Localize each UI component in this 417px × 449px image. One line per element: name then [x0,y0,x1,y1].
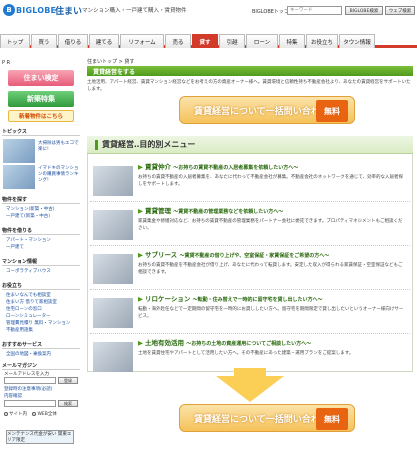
site-header: B BIGLOBE 住まい マンション購入・一戸建て購入・賃貸物件 BIGLOB… [0,0,417,24]
biglobe-search-button[interactable]: BIGLOBE検索 [345,6,383,15]
tab-move[interactable]: 引越 [219,34,245,48]
down-arrow-icon [216,376,284,402]
useful-link-2[interactable]: 住まい方 借りて家相談室 [6,299,57,305]
new-listings-banner[interactable]: 新着物件はこちら [8,110,74,122]
mail-confirm-link[interactable]: 内容確認 [4,393,22,399]
tab-rent[interactable]: 借りる [58,34,88,48]
radio-web[interactable] [32,411,37,416]
tab-build[interactable]: 建てる [89,34,119,48]
search-scope: サイト内 WEB全体 [4,411,57,417]
web-search-button[interactable]: ウェブ検索 [385,6,415,15]
topic-thumbnail[interactable] [3,165,35,189]
site-search-input[interactable] [4,400,56,407]
free-badge: 無料 [316,408,348,430]
divider [2,348,80,349]
item-title[interactable]: ▶ 土地有効活用 ～お持ちの土地の資産運用についてご相談したい方へ～ [138,337,311,347]
intro-text: 土地活用、アパート経営、賃貸マンション経営などをお考えの方の資産オーナー様へ。賃… [87,80,411,92]
menu-item-relocation[interactable]: ▶ リロケーション ～転勤・住み替えで一時的に留守宅を貸し出したい方へ～ 転勤・海… [90,290,410,334]
item-desc: お持ちの賃貸不動産を不動産会社が借り上げ、あなたに代わって転貸します。安定した収… [138,263,403,275]
shinchiku-banner[interactable]: 新築特集 [8,91,74,107]
menu-heading: 賃貸経営‥目的別メニュー [87,136,413,154]
item-desc: 転勤・海外赴任などで一定期間の留守宅を一時的にお貸ししたい方へ。留守宅を期間限定… [138,307,404,319]
item-title[interactable]: ▶ リロケーション ～転勤・住み替えで一時的に留守宅を貸し出したい方へ～ [138,293,323,303]
divider [2,203,80,204]
item-desc: 土地を賃貸住宅やアパートとして活用したい方へ。その不動産にあった建築・運用プラン… [138,351,354,356]
menu-item-brokerage[interactable]: ▶ 賃貸仲介 ～お持ちの賃貸不動産の入居者募集を依頼したい方へ～ お持ちの賃貸不動… [90,158,410,202]
search-input[interactable] [287,6,342,15]
item-desc: 家賃集金や修繕対応など、お持ちの賃貸不動産の管理業務をパートナー会社に委託できま… [138,219,403,231]
divider [2,369,80,370]
topic-link-1[interactable]: 大掃除は男もエコで楽に! [38,141,82,153]
site-search-button[interactable]: 検索 [58,400,78,407]
divider [2,234,80,235]
tab-reform[interactable]: リフォーム [120,34,164,48]
radio-web-label: WEB全体 [37,412,57,417]
topic-thumbnail[interactable] [3,139,35,163]
apartment-photo [93,254,133,284]
topics-heading: トピックス [2,129,27,135]
tab-useful[interactable]: お役立ち [306,34,338,48]
menu-item-management[interactable]: ▶ 賃貸管理 ～賃貸不動産の管理業務などを依頼したい方へ～ 家賃集金や修繕対応など… [90,202,410,246]
rent-heading: 物件を借りる [2,228,33,234]
tower-photo [93,298,133,328]
maintenance-ad-banner[interactable]: メンテナンス代金が安い 関東エリア限定 [6,430,74,444]
mail-heading: メールマガジン [2,363,38,369]
inquiry-cta-button[interactable]: 賃貸経営について一括問い合わせする 無料 [179,96,355,124]
item-title[interactable]: ▶ サブリース ～賃貸不動産の借り上げや、空室保証・家賃保証をご希望の方へ～ [138,249,329,259]
item-title[interactable]: ▶ 賃貸仲介 ～お持ちの賃貸不動産の入居者募集を依頼したい方へ～ [138,161,298,171]
service-link-map[interactable]: 全国の地図・乗換案内 [6,351,51,357]
tab-lend[interactable]: 貸す [192,34,218,48]
divider [2,135,80,136]
site-subtitle: マンション購入・一戸建て購入・賃貸物件 [82,8,187,14]
mail-input[interactable] [4,377,56,384]
handshake-photo [93,166,133,196]
mail-register-button[interactable]: 登録 [58,377,78,384]
main-nav: トップ 買う 借りる 建てる リフォーム 売る 貸す 引越 ローン 特集 お役立… [0,34,417,48]
site-name[interactable]: 住まい [55,4,82,17]
heading-bar [95,139,98,150]
biglobe-logo[interactable]: B BIGLOBE [3,3,56,17]
logo-text: BIGLOBE [16,5,57,15]
tab-loan[interactable]: ローン [246,34,278,48]
service-heading: おすすめサービス [2,342,43,348]
divider [2,289,80,290]
sumai-kentei-banner[interactable]: 住まい検定 [8,70,74,86]
pr-label: P R [2,60,11,66]
building-photo [93,210,133,240]
menu-title: 賃貸経営‥目的別メニュー [102,140,196,149]
land-photo [93,342,133,372]
mansion-heading: マンション情報 [2,259,38,265]
rent-link-apartment[interactable]: アパート・マンション [6,237,51,243]
topic-link-2[interactable]: イマドキのマンションの購買事情ランキング! [38,166,82,184]
item-title[interactable]: ▶ 賃貸管理 ～賃貸不動産の管理業務などを依頼したい方へ～ [138,205,283,215]
divider [2,265,80,266]
page-title: 賃貸経営をする [87,66,413,76]
buy-link-house[interactable]: 一戸建て(新築・中古) [6,213,50,219]
mail-notice-link[interactable]: 登録時の注意事項(必読) [4,386,53,392]
tab-sell[interactable]: 売る [165,34,191,48]
buy-heading: 物件を探す [2,197,28,203]
inquiry-cta-button-bottom[interactable]: 賃貸経営について一括問い合わせする 無料 [179,404,355,432]
mansion-link-cooperative[interactable]: コーポラティブハウス [6,268,51,274]
tab-top[interactable]: トップ [0,34,30,48]
useful-link-5[interactable]: 管理費見積り 無料・マンション [6,320,70,326]
radio-site-label: サイト内 [9,412,27,417]
free-badge: 無料 [316,100,348,122]
item-desc: お持ちの賃貸不動産の入居者募集を、あなたに代わって不動産会社が募集。不動産会社の… [138,175,404,187]
rent-link-house[interactable]: 一戸建て [6,244,24,250]
radio-site[interactable] [4,411,8,416]
useful-link-1[interactable]: 住まいなんでも相談室 [6,292,51,298]
tab-town[interactable]: タウン情報 [339,34,375,48]
biglobe-top-link[interactable]: BIGLOBEトップ [252,8,289,15]
breadcrumb[interactable]: 住まいトップ > 貸す [87,58,134,65]
menu-item-sublease[interactable]: ▶ サブリース ～賃貸不動産の借り上げや、空室保証・家賃保証をご希望の方へ～ お持… [90,246,410,290]
buy-link-mansion[interactable]: マンション(新築・中古) [6,206,55,212]
useful-link-3[interactable]: 住宅ローンの窓口 [6,306,42,312]
tab-feature[interactable]: 特集 [279,34,305,48]
biglobe-logo-icon: B [3,4,15,16]
useful-link-6[interactable]: 不動産用語集 [6,327,33,333]
useful-heading: お役立ち [2,283,23,289]
useful-link-4[interactable]: ローンシミュレーター [6,313,51,319]
tab-buy[interactable]: 買う [31,34,57,48]
